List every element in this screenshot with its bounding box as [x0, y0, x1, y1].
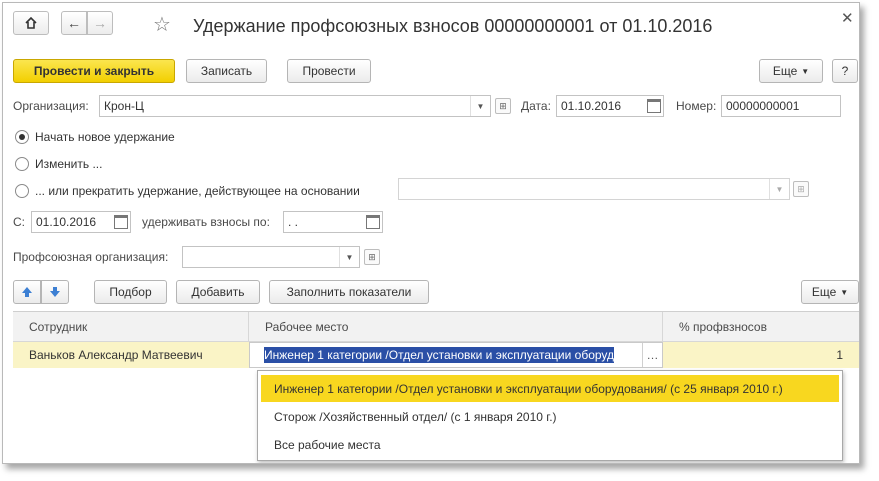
add-button[interactable]: Добавить	[176, 280, 260, 304]
calendar-icon[interactable]	[366, 215, 380, 229]
table-more-button[interactable]: Еще ▼	[801, 280, 859, 304]
save-button[interactable]: Записать	[186, 59, 267, 83]
dropdown-option-watchman[interactable]: Сторож /Хозяйственный отдел/ (с 1 января…	[258, 403, 842, 430]
cell-employee[interactable]: Ваньков Александр Матвеевич	[29, 342, 249, 368]
table-more-label: Еще	[811, 285, 837, 299]
chevron-down-icon: ▼	[840, 287, 849, 297]
union-org-label: Профсоюзная организация:	[13, 250, 169, 264]
document-window: ← → ☆ Удержание профсоюзных взносов 0000…	[2, 2, 860, 464]
radio-change[interactable]	[15, 157, 29, 171]
date-field[interactable]: 01.10.2016	[556, 95, 664, 117]
more-button[interactable]: Еще ▼	[759, 59, 823, 83]
dropdown-arrow-icon[interactable]: ▼	[470, 96, 490, 116]
home-button[interactable]	[13, 11, 49, 35]
dropdown-option-engineer[interactable]: Инженер 1 категории /Отдел установки и э…	[261, 375, 839, 402]
date-label: Дата:	[521, 99, 551, 113]
column-header-workplace[interactable]: Рабочее место	[249, 312, 663, 342]
dropdown-option-all-workplaces[interactable]: Все рабочие места	[258, 431, 842, 458]
radio-stop-deduction[interactable]	[15, 184, 29, 198]
arrow-left-icon: ←	[67, 15, 81, 31]
table-row[interactable]: Ваньков Александр Матвеевич Инженер 1 ка…	[13, 342, 859, 368]
arrow-right-icon: →	[93, 15, 107, 31]
fill-indicators-button[interactable]: Заполнить показатели	[269, 280, 429, 304]
cell-percent[interactable]: 1	[663, 342, 859, 368]
arrow-up-icon	[22, 287, 32, 297]
forward-button[interactable]: →	[87, 11, 113, 35]
until-label: удерживать взносы по:	[142, 215, 270, 229]
organization-label: Организация:	[13, 99, 89, 113]
favorite-star-icon[interactable]: ☆	[153, 12, 171, 37]
radio-stop-deduction-label[interactable]: ... или прекратить удержание, действующе…	[35, 184, 360, 198]
open-organization-icon[interactable]: ⊞	[495, 98, 511, 114]
radio-new-deduction[interactable]	[15, 130, 29, 144]
until-date-value: . .	[288, 215, 299, 229]
help-button[interactable]: ?	[832, 59, 858, 83]
from-date-field[interactable]: 01.10.2016	[31, 211, 131, 233]
move-up-button[interactable]	[13, 280, 41, 304]
number-field[interactable]: 00000000001	[721, 95, 841, 117]
radio-new-deduction-label[interactable]: Начать новое удержание	[35, 130, 175, 144]
radio-change-label[interactable]: Изменить ...	[35, 157, 102, 171]
dropdown-arrow-icon[interactable]: ▼	[339, 247, 359, 267]
until-date-field[interactable]: . .	[283, 211, 383, 233]
workplace-input-value: Инженер 1 категории /Отдел установки и э…	[264, 347, 615, 363]
calendar-icon[interactable]	[114, 215, 128, 229]
from-date-value: 01.10.2016	[36, 215, 97, 229]
workplace-dropdown-list: Инженер 1 категории /Отдел установки и э…	[257, 370, 843, 461]
open-basis-icon[interactable]: ⊞	[793, 181, 809, 197]
post-button[interactable]: Провести	[287, 59, 371, 83]
ellipsis-button[interactable]: …	[642, 343, 662, 367]
arrow-down-icon	[50, 287, 60, 297]
column-header-employee[interactable]: Сотрудник	[13, 312, 249, 342]
date-value: 01.10.2016	[561, 99, 622, 113]
select-button[interactable]: Подбор	[94, 280, 167, 304]
number-label: Номер:	[676, 99, 717, 113]
workplace-input[interactable]: Инженер 1 категории /Отдел установки и э…	[249, 342, 663, 368]
from-label: С:	[13, 215, 25, 229]
open-union-org-icon[interactable]: ⊞	[364, 249, 380, 265]
number-value: 00000000001	[726, 99, 800, 113]
dropdown-arrow-icon[interactable]: ▼	[769, 179, 789, 199]
organization-field[interactable]: Крон-Ц ▼	[99, 95, 491, 117]
organization-value: Крон-Ц	[104, 99, 144, 113]
back-button[interactable]: ←	[61, 11, 87, 35]
chevron-down-icon: ▼	[801, 66, 810, 76]
home-icon	[25, 16, 37, 29]
window-title: Удержание профсоюзных взносов 0000000000…	[193, 16, 713, 36]
more-button-label: Еще	[772, 64, 798, 78]
post-and-close-button[interactable]: Провести и закрыть	[13, 59, 175, 83]
calendar-icon[interactable]	[647, 99, 661, 113]
move-down-button[interactable]	[41, 280, 69, 304]
close-icon[interactable]: ✕	[841, 9, 854, 27]
union-org-field[interactable]: ▼	[182, 246, 360, 268]
table-header: Сотрудник Рабочее место % профвзносов	[13, 311, 859, 342]
basis-document-field[interactable]: ▼	[398, 178, 790, 200]
column-header-percent[interactable]: % профвзносов	[663, 312, 859, 342]
